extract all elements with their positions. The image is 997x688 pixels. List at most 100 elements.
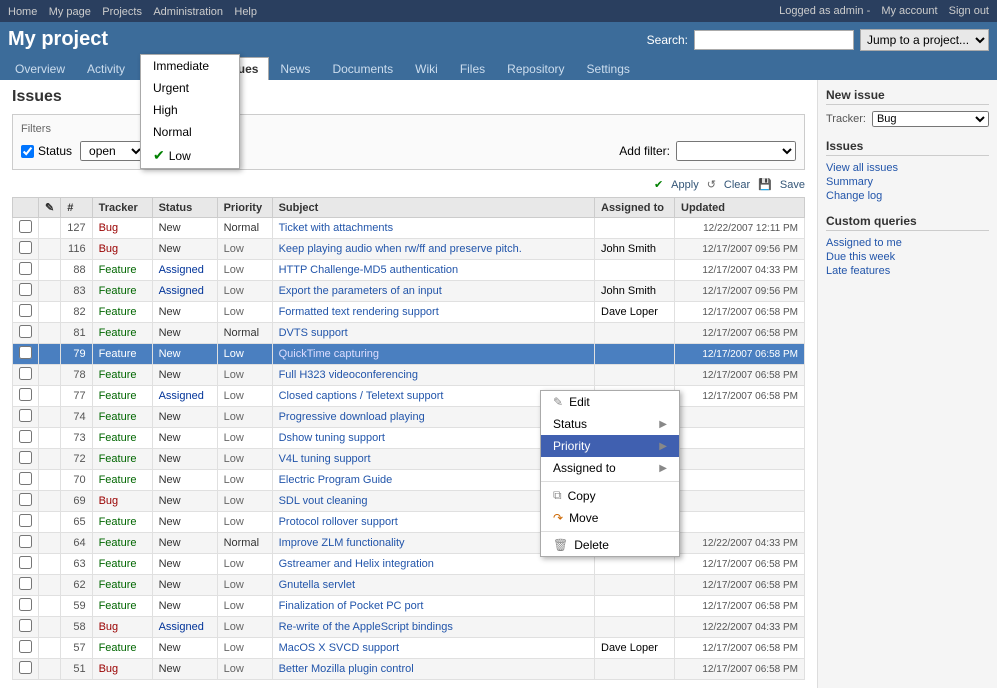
- row-subject-link[interactable]: Gstreamer and Helix integration: [279, 558, 434, 570]
- add-filter-select[interactable]: [676, 141, 796, 161]
- row-checkbox[interactable]: [19, 367, 32, 380]
- th-id[interactable]: #: [61, 198, 92, 218]
- summary-link[interactable]: Summary: [826, 176, 989, 188]
- row-checkbox[interactable]: [19, 430, 32, 443]
- priority-urgent[interactable]: Urgent: [141, 77, 239, 99]
- row-subject-link[interactable]: Ticket with attachments: [279, 222, 394, 234]
- tab-activity[interactable]: Activity: [76, 57, 136, 80]
- row-checkbox[interactable]: [19, 493, 32, 506]
- due-this-week-link[interactable]: Due this week: [826, 251, 989, 263]
- ctx-assigned-to[interactable]: Assigned to: [541, 457, 679, 479]
- row-checkbox[interactable]: [19, 325, 32, 338]
- row-checkbox[interactable]: [19, 577, 32, 590]
- row-priority: Normal: [217, 323, 272, 344]
- row-checkbox[interactable]: [19, 535, 32, 548]
- th-updated[interactable]: Updated: [675, 198, 805, 218]
- tab-wiki[interactable]: Wiki: [404, 57, 449, 80]
- row-status: New: [152, 218, 217, 239]
- ctx-status[interactable]: Status: [541, 413, 679, 435]
- row-checkbox[interactable]: [19, 262, 32, 275]
- row-checkbox[interactable]: [19, 409, 32, 422]
- row-subject-link[interactable]: Better Mozilla plugin control: [279, 663, 414, 675]
- th-tracker[interactable]: Tracker: [92, 198, 152, 218]
- status-filter-label: Status: [21, 144, 72, 158]
- row-subject-link[interactable]: DVTS support: [279, 327, 348, 339]
- row-subject-link[interactable]: Formatted text rendering support: [279, 306, 439, 318]
- ctx-delete[interactable]: 🗑 Delete: [541, 534, 679, 556]
- ctx-move[interactable]: ↷ Move: [541, 507, 679, 529]
- row-checkbox[interactable]: [19, 346, 32, 359]
- nav-help[interactable]: Help: [234, 6, 257, 18]
- row-checkbox[interactable]: [19, 619, 32, 632]
- row-priority: Low: [217, 281, 272, 302]
- jump-to-project-select[interactable]: Jump to a project...: [860, 29, 989, 51]
- ctx-edit[interactable]: ✎ Edit: [541, 391, 679, 413]
- priority-high[interactable]: High: [141, 99, 239, 121]
- row-subject-link[interactable]: Closed captions / Teletext support: [279, 390, 444, 402]
- row-subject-link[interactable]: Progressive download playing: [279, 411, 425, 423]
- priority-normal[interactable]: Normal: [141, 121, 239, 143]
- row-subject-link[interactable]: Export the parameters of an input: [279, 285, 442, 297]
- row-subject-link[interactable]: Finalization of Pocket PC port: [279, 600, 424, 612]
- ctx-priority[interactable]: Priority: [541, 435, 679, 457]
- th-priority[interactable]: Priority: [217, 198, 272, 218]
- ctx-copy[interactable]: ⧉ Copy: [541, 484, 679, 507]
- my-account-link[interactable]: My account: [881, 5, 937, 17]
- row-checkbox[interactable]: [19, 598, 32, 611]
- status-checkbox[interactable]: [21, 145, 34, 158]
- row-updated: [675, 470, 805, 491]
- row-checkbox[interactable]: [19, 220, 32, 233]
- tab-overview[interactable]: Overview: [4, 57, 76, 80]
- priority-immediate[interactable]: Immediate: [141, 55, 239, 77]
- changelog-link[interactable]: Change log: [826, 190, 989, 202]
- tab-repository[interactable]: Repository: [496, 57, 575, 80]
- late-features-link[interactable]: Late features: [826, 265, 989, 277]
- row-subject-link[interactable]: V4L tuning support: [279, 453, 371, 465]
- nav-mypage[interactable]: My page: [49, 6, 91, 18]
- row-subject-link[interactable]: SDL vout cleaning: [279, 495, 368, 507]
- row-checkbox[interactable]: [19, 304, 32, 317]
- row-subject-link[interactable]: Keep playing audio when rw/ff and preser…: [279, 243, 522, 255]
- sort-icon[interactable]: ✎: [45, 202, 54, 214]
- row-checkbox[interactable]: [19, 556, 32, 569]
- row-subject-link[interactable]: Dshow tuning support: [279, 432, 385, 444]
- row-checkbox[interactable]: [19, 388, 32, 401]
- tab-documents[interactable]: Documents: [321, 57, 404, 80]
- nav-administration[interactable]: Administration: [153, 6, 223, 18]
- assigned-to-me-link[interactable]: Assigned to me: [826, 237, 989, 249]
- row-subject-link[interactable]: Electric Program Guide: [279, 474, 393, 486]
- row-subject-link[interactable]: HTTP Challenge-MD5 authentication: [279, 264, 459, 276]
- row-subject-link[interactable]: MacOS X SVCD support: [279, 642, 399, 654]
- tab-settings[interactable]: Settings: [576, 57, 641, 80]
- row-checkbox[interactable]: [19, 283, 32, 296]
- nav-home[interactable]: Home: [8, 6, 37, 18]
- th-subject[interactable]: Subject: [272, 198, 594, 218]
- row-checkbox[interactable]: [19, 241, 32, 254]
- row-checkbox[interactable]: [19, 514, 32, 527]
- tab-files[interactable]: Files: [449, 57, 496, 80]
- tracker-select[interactable]: BugFeatureSupport: [872, 111, 989, 127]
- sign-out-link[interactable]: Sign out: [949, 5, 989, 17]
- row-subject-link[interactable]: QuickTime capturing: [279, 348, 379, 360]
- row-checkbox[interactable]: [19, 472, 32, 485]
- search-input[interactable]: [694, 30, 854, 50]
- apply-button[interactable]: Apply: [671, 179, 699, 191]
- row-subject-link[interactable]: Improve ZLM functionality: [279, 537, 405, 549]
- row-checkbox[interactable]: [19, 640, 32, 653]
- row-checkbox[interactable]: [19, 451, 32, 464]
- view-all-issues-link[interactable]: View all issues: [826, 162, 989, 174]
- row-tracker: Bug: [92, 218, 152, 239]
- row-checkbox[interactable]: [19, 661, 32, 674]
- tab-news[interactable]: News: [269, 57, 321, 80]
- th-status[interactable]: Status: [152, 198, 217, 218]
- nav-projects[interactable]: Projects: [102, 6, 142, 18]
- priority-low[interactable]: ✔ Low: [141, 143, 239, 168]
- row-subject-link[interactable]: Protocol rollover support: [279, 516, 398, 528]
- clear-button[interactable]: Clear: [724, 179, 750, 191]
- th-assigned[interactable]: Assigned to: [595, 198, 675, 218]
- row-subject-link[interactable]: Gnutella servlet: [279, 579, 355, 591]
- row-subject-link[interactable]: Re-write of the AppleScript bindings: [279, 621, 453, 633]
- row-subject-link[interactable]: Full H323 videoconferencing: [279, 369, 418, 381]
- save-button[interactable]: Save: [780, 179, 805, 191]
- status-filter-select[interactable]: openclosedany: [80, 141, 145, 161]
